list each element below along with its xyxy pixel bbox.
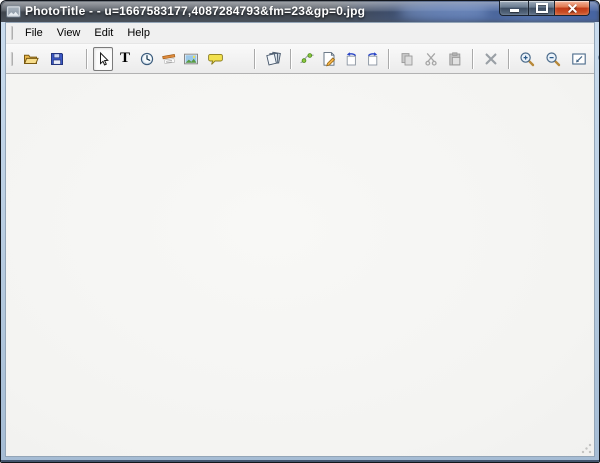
canvas[interactable] — [6, 74, 594, 456]
select-cursor-icon — [100, 51, 109, 66]
menu-edit[interactable]: Edit — [87, 25, 120, 42]
menu-view[interactable]: View — [50, 25, 88, 42]
toolbar-separator — [508, 48, 510, 69]
window-controls — [499, 1, 590, 16]
date-stamp-icon — [162, 53, 176, 64]
photo-stack-button[interactable] — [261, 47, 285, 71]
client-area: File View Edit Help T — [5, 22, 599, 457]
rotate-left-icon — [346, 51, 357, 65]
open-folder-icon — [23, 54, 39, 64]
minimize-icon — [509, 9, 519, 12]
toolbar: T — [6, 43, 599, 74]
menubar-grip[interactable] — [10, 26, 13, 40]
image-icon — [184, 53, 198, 64]
zoom-in-button[interactable] — [515, 47, 539, 71]
cut-scissors-icon — [425, 52, 437, 66]
resize-grip[interactable] — [581, 443, 592, 454]
callout-tool-button[interactable] — [203, 47, 227, 71]
toolbar-separator — [388, 48, 390, 69]
adjust-sliders-icon — [300, 52, 314, 63]
clock-tool-button[interactable] — [137, 47, 157, 71]
save-button[interactable] — [45, 47, 69, 71]
delete-x-icon — [485, 53, 497, 64]
maximize-button[interactable] — [528, 1, 555, 16]
rotate-left-button[interactable] — [341, 47, 361, 71]
toolbar-separator — [254, 48, 256, 69]
menubar: File View Edit Help — [6, 23, 594, 43]
callout-bubble-icon — [207, 53, 223, 65]
titlebar-glass-blob — [399, 4, 489, 20]
edit-page-icon — [323, 51, 336, 66]
menu-file[interactable]: File — [18, 25, 50, 42]
zoom-out-button[interactable] — [541, 47, 565, 71]
cut-button[interactable] — [421, 47, 441, 71]
toolbar-separator — [472, 48, 474, 69]
zoom-in-icon — [520, 51, 535, 66]
copy-icon — [401, 52, 413, 65]
toolbar-separator — [290, 48, 292, 69]
open-button[interactable] — [19, 47, 43, 71]
copy-button[interactable] — [395, 47, 419, 71]
toolbar-grip[interactable] — [10, 51, 13, 66]
menu-help[interactable]: Help — [120, 25, 157, 42]
zoom-fit-button[interactable] — [567, 47, 591, 71]
maximize-icon — [535, 3, 548, 13]
titlebar[interactable]: PhotoTitle - - u=1667583177,4087284793&f… — [1, 1, 599, 22]
paste-button[interactable] — [443, 47, 467, 71]
app-icon — [6, 5, 21, 18]
rotate-right-button[interactable] — [363, 47, 383, 71]
delete-button[interactable] — [479, 47, 503, 71]
minimize-button[interactable] — [499, 1, 528, 16]
paste-icon — [449, 51, 461, 65]
zoom-fit-icon — [572, 52, 586, 65]
zoom-out-icon — [546, 51, 561, 66]
close-icon — [567, 3, 577, 13]
date-tool-button[interactable] — [159, 47, 179, 71]
image-tool-button[interactable] — [181, 47, 201, 71]
toolbar-separator — [86, 48, 88, 69]
select-tool-button[interactable] — [93, 46, 113, 71]
rotate-right-icon — [367, 51, 378, 65]
clock-icon — [140, 52, 154, 65]
adjust-button[interactable] — [297, 47, 317, 71]
app-window: PhotoTitle - - u=1667583177,4087284793&f… — [0, 0, 600, 463]
window-title: PhotoTitle - - u=1667583177,4087284793&f… — [25, 4, 366, 18]
close-button[interactable] — [555, 1, 590, 16]
text-tool-icon: T — [119, 50, 130, 66]
edit-button[interactable] — [319, 47, 339, 71]
save-floppy-icon — [51, 52, 63, 65]
text-tool-button[interactable]: T — [115, 47, 135, 71]
zoom-actual-button[interactable] — [593, 47, 599, 71]
photo-stack-icon — [265, 51, 281, 65]
